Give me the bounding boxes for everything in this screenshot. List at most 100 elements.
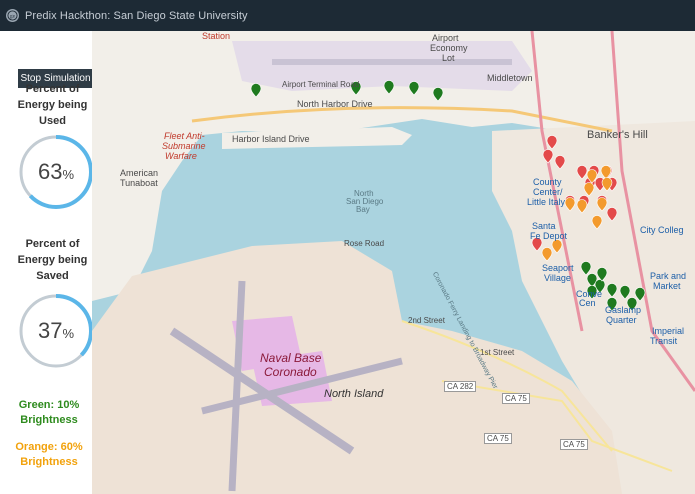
map-label-village: Village bbox=[544, 273, 571, 283]
green-legend: Green: 10% Brightness bbox=[6, 398, 92, 428]
map-label-text: Economy bbox=[430, 43, 468, 53]
map-label-1st-street: 1st Street bbox=[480, 348, 514, 357]
map-label-text: Lot bbox=[442, 53, 455, 63]
map-label-middletown: Middletown bbox=[487, 73, 533, 83]
map-label-county: County bbox=[533, 177, 562, 187]
map-label-text: Transit bbox=[650, 336, 678, 346]
map-label-text: Village bbox=[544, 273, 571, 283]
map-label-economy: Economy bbox=[430, 43, 468, 53]
map-label-ca75: CA 75 bbox=[502, 393, 530, 404]
map-label-fe-depot: Fe Depot bbox=[530, 231, 567, 241]
app-title: Predix Hackthon: San Diego State Univers… bbox=[25, 9, 248, 22]
map-label-text: Coronado bbox=[264, 365, 317, 379]
map-label-text: Tunaboat bbox=[120, 178, 158, 188]
energy-used-number: 63 bbox=[37, 159, 63, 184]
map-label-coronado: Coronado bbox=[264, 365, 317, 379]
map-label-text: Cen bbox=[579, 298, 596, 308]
map-label-transit: Transit bbox=[650, 336, 677, 346]
map-label-warfare: Warfare bbox=[165, 151, 197, 161]
map-label-2nd-street: 2nd Street bbox=[408, 316, 445, 325]
map-label-ca282: CA 282 bbox=[444, 381, 477, 392]
map-label-quarter: Quarter bbox=[606, 315, 637, 325]
map-label-text: North Harbor Drive bbox=[297, 99, 373, 109]
energy-saved-gauge: 37% bbox=[18, 293, 94, 369]
map-label-gaslamp: Gaslamp bbox=[605, 305, 641, 315]
map-label-tunaboat: Tunaboat bbox=[120, 178, 158, 188]
map-label-text: Rose Road bbox=[344, 239, 385, 248]
map-label-text: CA 75 bbox=[563, 440, 585, 449]
ge-logo-icon: ge bbox=[6, 9, 19, 22]
map-label-text: 2nd Street bbox=[408, 316, 445, 325]
map-label-airport-terminal: Airport Terminal Road bbox=[282, 80, 359, 89]
map-label-text: Banker's Hill bbox=[587, 129, 648, 141]
map-label-ca75: CA 75 bbox=[560, 439, 588, 450]
airport-area bbox=[232, 41, 532, 91]
map-label-text: Middletown bbox=[487, 73, 533, 83]
map-label-station: Station bbox=[202, 31, 230, 41]
map-label-park-and: Park and bbox=[650, 271, 686, 281]
map-label-text: CA 75 bbox=[487, 434, 509, 443]
map-label-text: Seaport bbox=[542, 263, 574, 273]
orange-legend-line: Orange: 60% bbox=[15, 441, 83, 453]
map-label-text: Center/ bbox=[533, 187, 563, 197]
energy-saved-label-line: Percent of bbox=[25, 238, 80, 250]
energy-used-label: Percent of Energy being Used bbox=[10, 81, 95, 129]
map-label-text: CA 282 bbox=[447, 382, 474, 391]
map-label-text: American bbox=[120, 168, 159, 178]
map-label-harbor-island-drive: Harbor Island Drive bbox=[232, 134, 310, 144]
map-label-text: Fe Depot bbox=[530, 231, 568, 241]
percent-unit: % bbox=[62, 326, 75, 341]
energy-saved-label: Percent of Energy being Saved bbox=[10, 236, 95, 284]
airport-runway bbox=[272, 59, 512, 65]
orange-legend-line: Brightness bbox=[20, 456, 78, 468]
map-label-bankers-hill: Banker's Hill bbox=[587, 129, 648, 141]
map-label-text: Airport Terminal Road bbox=[282, 80, 360, 89]
map-label-text: County bbox=[533, 177, 562, 187]
map-label-text: Airport bbox=[432, 33, 459, 43]
map-label-bay: Bay bbox=[356, 205, 370, 214]
sidebar: Stop Simulation Percent of Energy being … bbox=[0, 31, 95, 494]
map-label-text: Santa bbox=[532, 221, 556, 231]
map-label-fleet: Fleet Anti- bbox=[164, 131, 205, 141]
map-label-text: North Island bbox=[324, 388, 384, 400]
map-label-text: Market bbox=[653, 281, 681, 291]
map-label-north-harbor-drive: North Harbor Drive bbox=[297, 99, 373, 109]
energy-saved-value: 37% bbox=[18, 293, 94, 369]
map-label-text: Submarine bbox=[162, 141, 206, 151]
map-label-cen: Cen bbox=[579, 298, 596, 308]
map-label-text: Naval Base bbox=[260, 351, 322, 365]
energy-saved-number: 37 bbox=[37, 318, 63, 343]
map-label-text: Bay bbox=[356, 205, 370, 214]
svg-text:ge: ge bbox=[10, 13, 16, 19]
map-label-naval-base: Naval Base bbox=[260, 351, 321, 365]
map-label-rose-road: Rose Road bbox=[344, 239, 384, 248]
map-label-text: Quarter bbox=[606, 315, 637, 325]
green-legend-line: Green: 10% bbox=[18, 399, 80, 411]
energy-used-label-line: Energy being bbox=[17, 99, 88, 111]
map-label-text: Little Italy bbox=[527, 197, 566, 207]
map-label-text: Warfare bbox=[165, 151, 197, 161]
map-label-text: Park and bbox=[650, 271, 687, 281]
map-label-text: City Colleg bbox=[640, 225, 684, 235]
top-bar: ge Predix Hackthon: San Diego State Univ… bbox=[0, 0, 695, 31]
map-label-text: Gaslamp bbox=[605, 305, 642, 315]
map-label-imperial: Imperial bbox=[652, 326, 684, 336]
map-label-little-italy: Little Italy bbox=[527, 197, 565, 207]
map-canvas[interactable] bbox=[92, 31, 695, 494]
map-label-american: American bbox=[120, 168, 158, 178]
map-label-city-college: City Colleg bbox=[640, 225, 684, 235]
map-label-text: Station bbox=[202, 31, 231, 41]
energy-used-gauge: 63% bbox=[18, 134, 94, 210]
map-label-lot: Lot bbox=[442, 53, 455, 63]
map-label-text: Imperial bbox=[652, 326, 685, 336]
map-label-center: Center/ bbox=[533, 187, 563, 197]
map-label-text: Harbor Island Drive bbox=[232, 134, 310, 144]
energy-saved-label-line: Energy being bbox=[17, 254, 88, 266]
map-label-santa: Santa bbox=[532, 221, 556, 231]
map-label-text: 1st Street bbox=[480, 348, 515, 357]
map-label-text: CA 75 bbox=[505, 394, 527, 403]
map-view[interactable]: Airport Economy Lot Middletown Banker's … bbox=[92, 31, 695, 494]
map-label-submarine: Submarine bbox=[162, 141, 206, 151]
map-label-seaport: Seaport bbox=[542, 263, 574, 273]
map-label-north-island: North Island bbox=[324, 388, 383, 400]
